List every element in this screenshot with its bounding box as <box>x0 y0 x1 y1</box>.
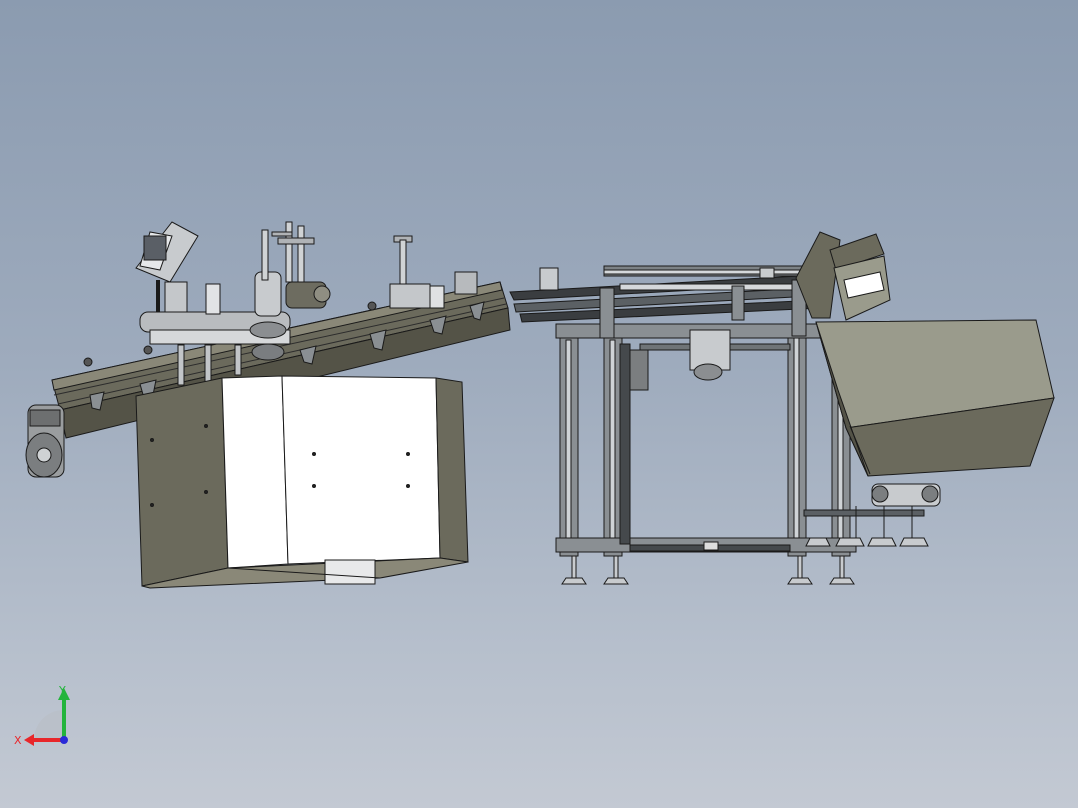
hopper-chute <box>795 231 891 321</box>
cad-model[interactable] <box>0 0 1078 808</box>
graphics-viewport[interactable]: Y X <box>0 0 1078 808</box>
x-axis-label: X <box>14 734 22 747</box>
x-axis-head <box>24 734 34 746</box>
main-cabinet <box>135 375 469 589</box>
center-drive <box>629 329 731 391</box>
coordinate-triad: Y X <box>14 684 70 747</box>
roller-assembly <box>803 483 941 540</box>
y-axis-label: Y <box>58 684 66 697</box>
hopper <box>815 319 1055 477</box>
triad-plane <box>34 710 64 740</box>
drive-motor <box>25 404 65 478</box>
z-axis-dot <box>60 736 68 744</box>
